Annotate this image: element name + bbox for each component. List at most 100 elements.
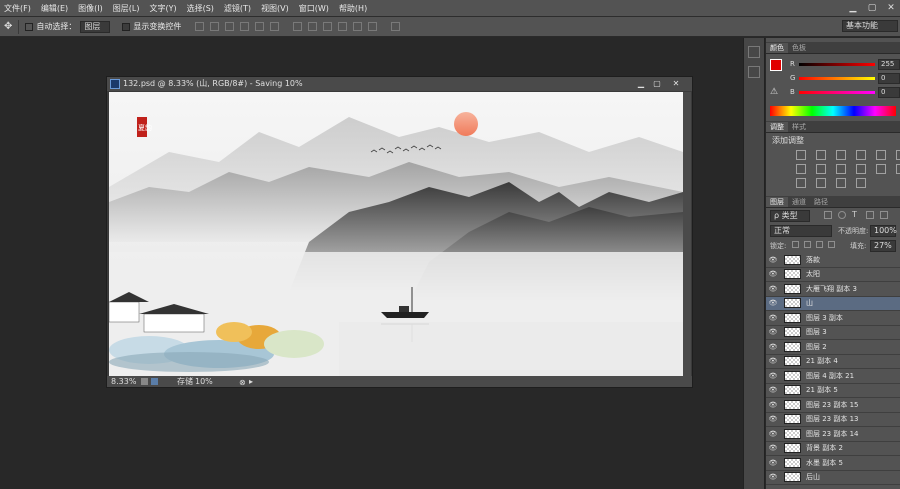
brightness-icon[interactable] [796,150,806,160]
filter-type-icon[interactable]: T [852,211,860,219]
distribute-vcenter-icon[interactable] [308,22,318,31]
color-balance-icon[interactable] [796,164,806,174]
layer-row[interactable]: 👁 图层 3 [766,326,900,340]
channel-b-slider[interactable] [799,91,875,94]
gradient-map-icon[interactable] [836,178,846,188]
vertical-scrollbar[interactable] [683,92,691,376]
menu-help[interactable]: 帮助(H) [339,3,367,14]
app-maximize-button[interactable]: ▢ [863,0,881,16]
distribute-bottom-icon[interactable] [323,22,333,31]
layer-kind-filter[interactable]: ρ 类型 [770,210,810,222]
tab-adjustments[interactable]: 调整 [766,122,788,132]
layer-row[interactable]: 👁 图层 4 副本 21 [766,369,900,384]
layer-row[interactable]: 👁 图层 2 [766,340,900,355]
align-left-icon[interactable] [240,22,250,31]
filter-adjustment-icon[interactable] [838,211,846,219]
color-lookup-icon[interactable] [876,164,886,174]
visibility-eye-icon[interactable]: 👁 [766,372,780,380]
visibility-eye-icon[interactable]: 👁 [766,343,780,351]
status-cancel-icon[interactable]: ⊗ [239,377,246,388]
layer-row-selected[interactable]: 👁 山 [766,296,900,311]
selective-color-icon[interactable] [856,178,866,188]
visibility-eye-icon[interactable]: 👁 [766,401,780,409]
doc-close-button[interactable]: ✕ [669,77,683,91]
posterize-icon[interactable] [796,178,806,188]
black-white-icon[interactable] [816,164,826,174]
doc-maximize-button[interactable]: ▢ [650,77,664,91]
visibility-eye-icon[interactable]: 👁 [766,314,780,322]
layer-row[interactable]: 👁 图层 23 副本 13 [766,413,900,427]
vibrance-icon[interactable] [876,150,886,160]
document-title-bar[interactable]: 132.psd @ 8.33% (山, RGB/8#) - Saving 10%… [107,77,692,91]
tab-swatches[interactable]: 色板 [788,43,810,53]
visibility-eye-icon[interactable]: 👁 [766,256,780,264]
align-hcenter-icon[interactable] [255,22,265,31]
tab-channels[interactable]: 通道 [788,197,810,207]
properties-panel-icon[interactable] [748,66,760,78]
visibility-eye-icon[interactable]: 👁 [766,430,780,438]
status-share-icon[interactable] [141,378,148,385]
visibility-eye-icon[interactable]: 👁 [766,415,780,423]
visibility-eye-icon[interactable]: 👁 [766,328,780,336]
exposure-icon[interactable] [856,150,866,160]
layer-row[interactable]: 👁 图层 23 副本 14 [766,427,900,442]
lock-all-icon[interactable] [828,241,835,248]
app-close-button[interactable]: ✕ [882,0,900,16]
channel-r-slider[interactable] [799,63,875,66]
layer-row[interactable]: 👁 太阳 [766,268,900,282]
app-minimize-button[interactable]: ▁ [844,0,862,16]
history-panel-icon[interactable] [748,46,760,58]
visibility-eye-icon[interactable]: 👁 [766,473,780,481]
opacity-field[interactable]: 100% [870,225,897,237]
tab-layers[interactable]: 图层 [766,197,788,207]
layer-row[interactable]: 👁 图层 3 副本 [766,311,900,326]
status-arrow-icon[interactable]: ▸ [249,376,253,387]
menu-type[interactable]: 文字(Y) [149,3,176,14]
hue-saturation-icon[interactable] [896,150,900,160]
filter-smart-object-icon[interactable] [880,211,888,219]
auto-select-checkbox[interactable] [25,22,34,31]
menu-window[interactable]: 窗口(W) [299,3,329,14]
levels-icon[interactable] [816,150,826,160]
align-vcenter-icon[interactable] [210,22,220,31]
move-tool-icon[interactable]: ✥ [4,21,12,32]
menu-select[interactable]: 选择(S) [187,3,214,14]
workspace-dropdown[interactable]: 基本功能 [842,20,898,32]
zoom-level[interactable]: 8.33% [111,376,136,387]
doc-minimize-button[interactable]: ▁ [634,77,648,91]
layer-row[interactable]: 👁 后山 [766,471,900,485]
threshold-icon[interactable] [816,178,826,188]
distribute-left-icon[interactable] [338,22,348,31]
layer-row[interactable]: 👁 图层 23 副本 15 [766,398,900,413]
fill-field[interactable]: 27% [870,240,896,252]
channel-g-slider[interactable] [799,77,875,80]
layer-row[interactable]: 👁 大雁飞翔 副本 3 [766,282,900,297]
invert-icon[interactable] [896,164,900,174]
status-preview-icon[interactable] [151,378,158,385]
auto-align-icon[interactable] [391,22,401,31]
visibility-eye-icon[interactable]: 👁 [766,299,780,307]
channel-r-value[interactable]: 255 [878,59,900,70]
spectrum-ramp[interactable] [770,106,896,116]
distribute-hcenter-icon[interactable] [353,22,363,31]
filter-shape-icon[interactable] [866,211,874,219]
menu-edit[interactable]: 编辑(E) [41,3,68,14]
menu-layer[interactable]: 图层(L) [113,3,140,14]
filter-pixel-icon[interactable] [824,211,832,219]
menu-image[interactable]: 图像(I) [78,3,103,14]
document-canvas[interactable]: 夏韵 [109,92,683,376]
photo-filter-icon[interactable] [836,164,846,174]
visibility-eye-icon[interactable]: 👁 [766,444,780,452]
visibility-eye-icon[interactable]: 👁 [766,285,780,293]
align-top-icon[interactable] [195,22,205,31]
layer-row[interactable]: 👁 背景 副本 2 [766,442,900,456]
layer-row[interactable]: 👁 21 副本 5 [766,384,900,398]
menu-file[interactable]: 文件(F) [4,3,31,14]
align-bottom-icon[interactable] [225,22,235,31]
layer-row[interactable]: 👁 水墨 副本 5 [766,456,900,471]
layer-row[interactable]: 👁 21 副本 4 [766,355,900,369]
distribute-top-icon[interactable] [293,22,303,31]
curves-icon[interactable] [836,150,846,160]
show-transform-checkbox[interactable] [122,22,131,31]
channel-b-value[interactable]: 0 [878,87,900,98]
